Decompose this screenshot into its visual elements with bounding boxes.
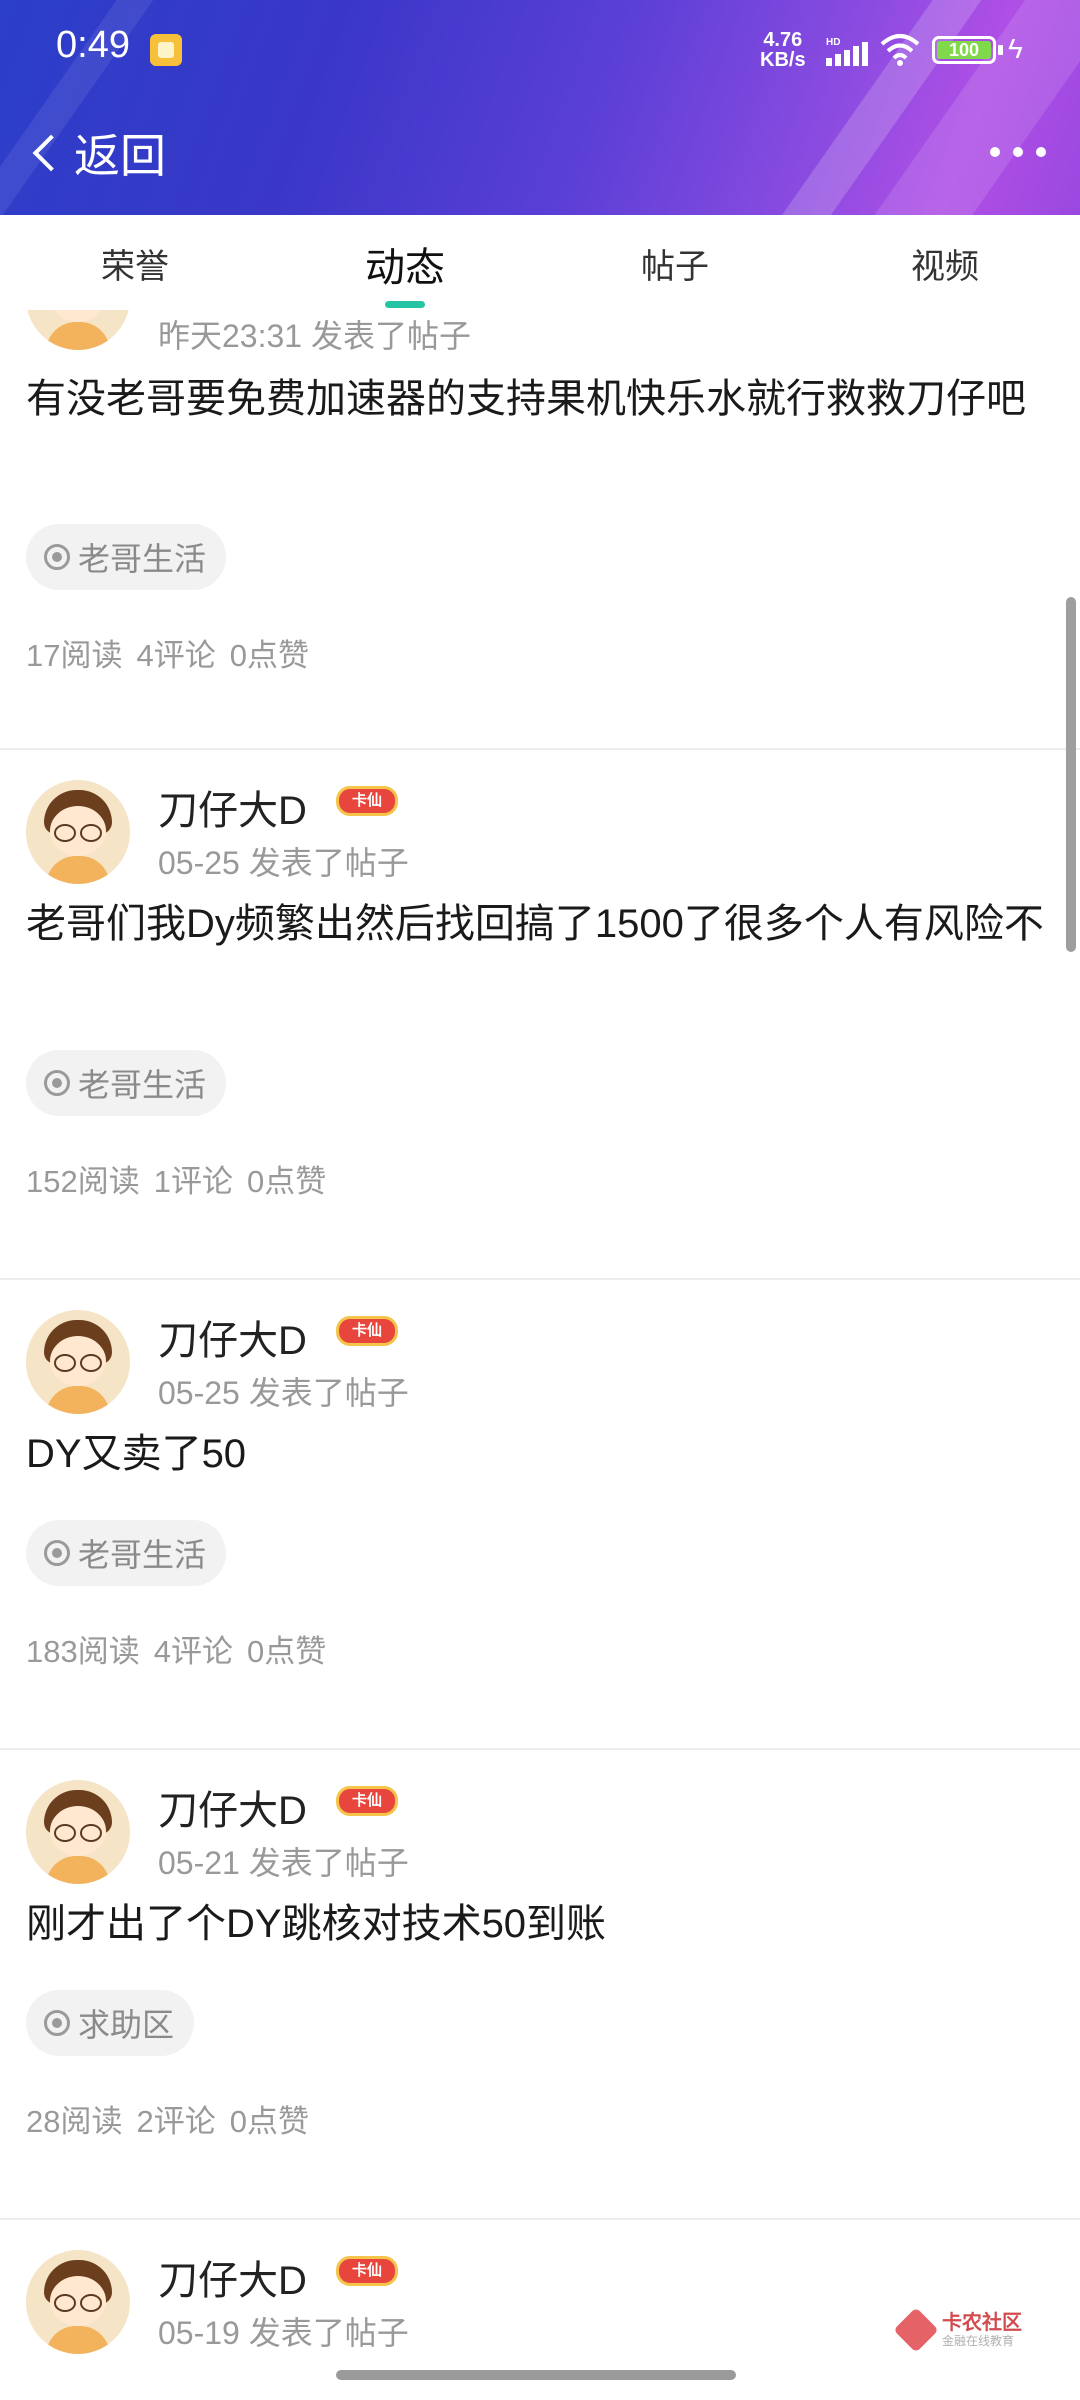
level-badge: 卡仙 xyxy=(336,2256,398,2286)
feed-post[interactable]: 昨天23:31 发表了帖子 有没老哥要免费加速器的支持果机快乐水就行救救刀仔吧 … xyxy=(0,310,1080,750)
read-count: 152阅读 xyxy=(26,1164,140,1199)
watermark-subtitle: 金融在线教育 xyxy=(942,2334,1015,2348)
post-meta: 05-25 发表了帖子 xyxy=(158,845,409,881)
topic-icon xyxy=(44,1540,70,1566)
avatar[interactable] xyxy=(26,1310,130,1414)
level-badge: 卡仙 xyxy=(336,1316,398,1346)
username[interactable]: 刀仔大D xyxy=(158,1308,307,1366)
charging-icon: ϟ xyxy=(1008,33,1023,64)
avatar[interactable] xyxy=(26,780,130,884)
comment-count: 1评论 xyxy=(153,1164,233,1199)
network-speed: 4.76 KB/s xyxy=(760,29,806,71)
post-meta: 05-21 发表了帖子 xyxy=(158,1845,409,1881)
profile-tabs: 荣誉 动态 帖子 视频 xyxy=(0,215,1080,310)
post-content[interactable]: 刚才出了个DY跳核对技术50到账 xyxy=(26,1895,1046,1953)
app-header: 0:49 4.76 KB/s HD 100 ϟ 返回 xyxy=(0,0,1080,215)
wifi-icon xyxy=(880,34,920,66)
post-stats: 28阅读 2评论 0点赞 xyxy=(26,2096,323,2141)
home-indicator[interactable] xyxy=(336,2370,736,2380)
status-time: 0:49 xyxy=(56,24,130,66)
topic-tag[interactable]: 老哥生活 xyxy=(26,524,227,590)
feed-post[interactable]: 刀仔大D 卡仙 05-21 发表了帖子 刚才出了个DY跳核对技术50到账 求助区… xyxy=(0,1750,1080,2220)
topic-icon xyxy=(44,2010,70,2036)
topic-tag[interactable]: 老哥生活 xyxy=(26,1050,227,1116)
more-dot-icon xyxy=(990,147,1000,157)
post-content[interactable]: 有没老哥要免费加速器的支持果机快乐水就行救救刀仔吧 xyxy=(26,370,1046,428)
scrollbar[interactable] xyxy=(1066,597,1076,952)
topic-tag[interactable]: 求助区 xyxy=(26,1990,195,2056)
topic-tag[interactable]: 老哥生活 xyxy=(26,1520,227,1586)
username[interactable]: 刀仔大D xyxy=(158,1778,307,1836)
comment-count: 2评论 xyxy=(136,2104,216,2139)
post-content[interactable]: DY又卖了50 xyxy=(26,1425,1046,1483)
post-content[interactable]: 老哥们我Dy频繁出然后找回搞了1500了很多个人有风险不 xyxy=(26,895,1046,953)
post-stats: 152阅读 1评论 0点赞 xyxy=(26,1156,340,1201)
battery-icon: 100 xyxy=(932,36,996,64)
more-options-button[interactable] xyxy=(990,140,1046,164)
level-badge: 卡仙 xyxy=(336,1786,398,1816)
post-stats: 183阅读 4评论 0点赞 xyxy=(26,1626,340,1671)
like-count: 0点赞 xyxy=(246,1164,327,1199)
post-stats: 17阅读 4评论 0点赞 xyxy=(26,630,323,675)
topic-icon xyxy=(44,1070,70,1096)
status-bar: 0:49 4.76 KB/s HD 100 ϟ xyxy=(0,0,1080,100)
like-count: 0点赞 xyxy=(246,1634,327,1669)
chevron-left-icon xyxy=(32,134,70,172)
like-count: 0点赞 xyxy=(229,638,309,673)
network-type: HD xyxy=(826,37,840,48)
read-count: 183阅读 xyxy=(26,1634,140,1669)
topic-icon xyxy=(44,544,70,570)
level-badge: 卡仙 xyxy=(336,786,398,816)
more-dot-icon xyxy=(1013,147,1023,157)
active-tab-indicator xyxy=(385,301,425,308)
post-meta: 05-19 发表了帖子 xyxy=(158,2315,409,2351)
more-dot-icon xyxy=(1036,147,1046,157)
activity-feed: 昨天23:31 发表了帖子 有没老哥要免费加速器的支持果机快乐水就行救救刀仔吧 … xyxy=(0,310,1080,2400)
comment-count: 4评论 xyxy=(136,638,216,673)
avatar[interactable] xyxy=(26,2250,130,2354)
read-count: 28阅读 xyxy=(26,2104,123,2139)
avatar[interactable] xyxy=(26,1780,130,1884)
battery-tip xyxy=(998,45,1003,55)
post-meta: 05-25 发表了帖子 xyxy=(158,1375,409,1411)
back-button[interactable]: 返回 xyxy=(24,118,166,188)
signal-icon: HD xyxy=(826,37,868,66)
comment-count: 4评论 xyxy=(153,1634,233,1669)
username[interactable]: 刀仔大D xyxy=(158,2248,307,2306)
back-label: 返回 xyxy=(74,130,166,182)
watermark-logo: 卡农社区 金融在线教育 xyxy=(893,2307,1022,2353)
feed-post[interactable]: 刀仔大D 卡仙 05-25 发表了帖子 老哥们我Dy频繁出然后找回搞了1500了… xyxy=(0,750,1080,1280)
watermark-title: 卡农社区 xyxy=(942,2312,1022,2334)
tab-videos[interactable]: 视频 xyxy=(810,215,1080,310)
tab-posts[interactable]: 帖子 xyxy=(540,215,810,310)
like-count: 0点赞 xyxy=(229,2104,309,2139)
battery-level: 100 xyxy=(937,41,991,59)
tab-honor[interactable]: 荣誉 xyxy=(0,215,270,310)
notification-icon xyxy=(150,34,182,66)
post-meta: 昨天23:31 发表了帖子 xyxy=(158,318,471,354)
read-count: 17阅读 xyxy=(26,638,123,673)
username[interactable]: 刀仔大D xyxy=(158,778,307,836)
tab-activity[interactable]: 动态 xyxy=(270,215,540,310)
kanong-logo-icon xyxy=(893,2307,939,2353)
feed-post[interactable]: 刀仔大D 卡仙 05-25 发表了帖子 DY又卖了50 老哥生活 183阅读 4评… xyxy=(0,1280,1080,1750)
avatar[interactable] xyxy=(26,310,130,350)
